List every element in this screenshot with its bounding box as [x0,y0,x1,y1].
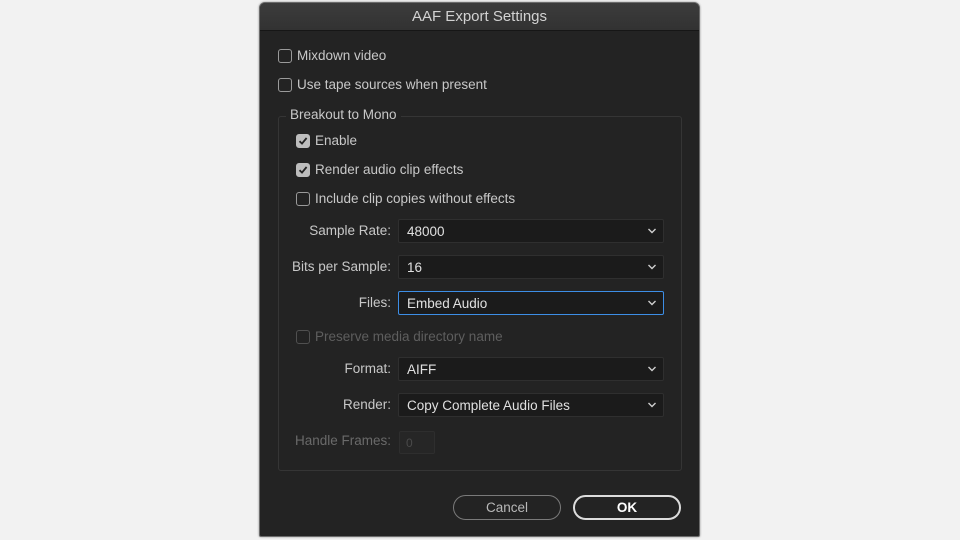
render-label: Render: [342,397,391,412]
include-copies-label: Include clip copies without effects [315,191,516,206]
include-copies-option[interactable]: Include clip copies without effects [296,191,515,206]
sample-rate-select[interactable]: 48000 [398,219,664,243]
ok-button[interactable]: OK [573,495,681,520]
format-select[interactable]: AIFF [398,357,664,381]
mixdown-video-checkbox[interactable] [278,48,292,63]
format-value: AIFF [407,361,437,377]
preserve-directory-option: Preserve media directory name [296,329,503,344]
format-label: Format: [344,361,391,376]
handle-frames-label: Handle Frames: [294,433,391,448]
chevron-down-icon [648,300,656,306]
files-label: Files: [358,295,391,310]
sample-rate-label: Sample Rate: [309,223,391,238]
chevron-down-icon [648,366,656,372]
chevron-down-icon [648,228,656,234]
bits-per-sample-label: Bits per Sample: [291,259,391,274]
render-select[interactable]: Copy Complete Audio Files [398,393,664,417]
use-tape-sources-label: Use tape sources when present [297,77,487,92]
enable-option[interactable]: Enable [296,133,357,148]
dialog-title: AAF Export Settings [411,8,548,25]
handle-frames-input: 0 [399,431,435,454]
dialog-titlebar[interactable]: AAF Export Settings [260,3,699,31]
bits-per-sample-value: 16 [407,259,423,275]
aaf-export-settings-dialog: AAF Export Settings Mixdown video Use ta… [259,2,700,537]
render-value: Copy Complete Audio Files [407,397,570,413]
files-value: Embed Audio [407,295,488,311]
render-effects-checkbox[interactable] [296,162,310,177]
chevron-down-icon [648,264,656,270]
mixdown-video-label: Mixdown video [297,48,387,63]
enable-checkbox[interactable] [296,133,310,148]
files-select[interactable]: Embed Audio [398,291,664,315]
sample-rate-value: 48000 [407,223,445,239]
use-tape-sources-option[interactable]: Use tape sources when present [278,77,487,92]
render-effects-option[interactable]: Render audio clip effects [296,162,463,177]
enable-label: Enable [315,133,358,148]
preserve-directory-checkbox [296,329,310,344]
bits-per-sample-select[interactable]: 16 [398,255,664,279]
preserve-directory-label: Preserve media directory name [315,329,503,344]
mixdown-video-option[interactable]: Mixdown video [278,48,386,63]
include-copies-checkbox[interactable] [296,191,310,206]
breakout-group-label: Breakout to Mono [286,107,401,122]
chevron-down-icon [648,402,656,408]
use-tape-sources-checkbox[interactable] [278,77,292,92]
render-effects-label: Render audio clip effects [315,162,464,177]
cancel-button[interactable]: Cancel [453,495,561,520]
